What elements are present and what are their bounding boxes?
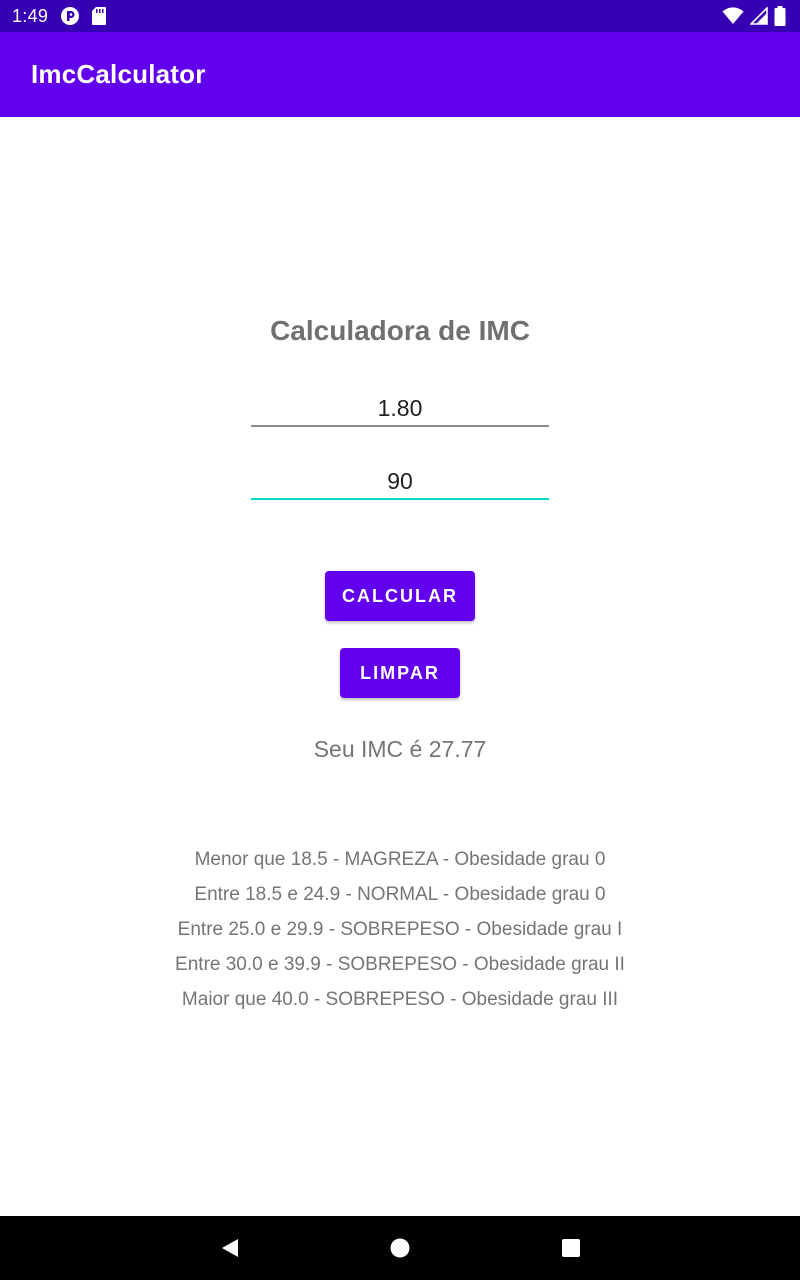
status-left: 1:49 [12,5,107,27]
recent-apps-icon[interactable] [561,1238,581,1258]
weight-input[interactable] [251,464,549,500]
reference-line: Entre 25.0 e 29.9 - SOBREPESO - Obesidad… [177,919,623,940]
back-icon[interactable] [220,1238,240,1258]
bmi-reference-list: Menor que 18.5 - MAGREZA - Obesidade gra… [0,847,800,1022]
reference-line: Menor que 18.5 - MAGREZA - Obesidade gra… [194,849,606,870]
navigation-bar [0,1216,800,1280]
calculate-button[interactable]: CALCULAR [325,571,475,621]
home-icon[interactable] [390,1238,410,1258]
status-bar: 1:49 [0,0,800,32]
wifi-icon [722,7,744,25]
app-title: ImcCalculator [31,59,206,89]
main-content: Calculadora de IMC CALCULAR LIMPAR Seu I… [0,117,800,1216]
notification-app-icon [60,6,80,26]
height-input[interactable] [251,391,549,427]
page-title: Calculadora de IMC [270,315,530,346]
reference-line: Entre 30.0 e 39.9 - SOBREPESO - Obesidad… [175,954,625,975]
clear-button[interactable]: LIMPAR [340,648,460,698]
reference-line: Maior que 40.0 - SOBREPESO - Obesidade g… [181,989,619,1010]
bmi-result: Seu IMC é 27.77 [313,736,487,762]
app-bar: ImcCalculator [0,32,800,117]
sd-card-icon [92,7,107,25]
battery-icon [774,6,786,26]
reference-line: Entre 18.5 e 24.9 - NORMAL - Obesidade g… [194,884,606,905]
status-right [722,6,786,26]
signal-icon [750,7,768,25]
status-time: 1:49 [12,5,49,26]
